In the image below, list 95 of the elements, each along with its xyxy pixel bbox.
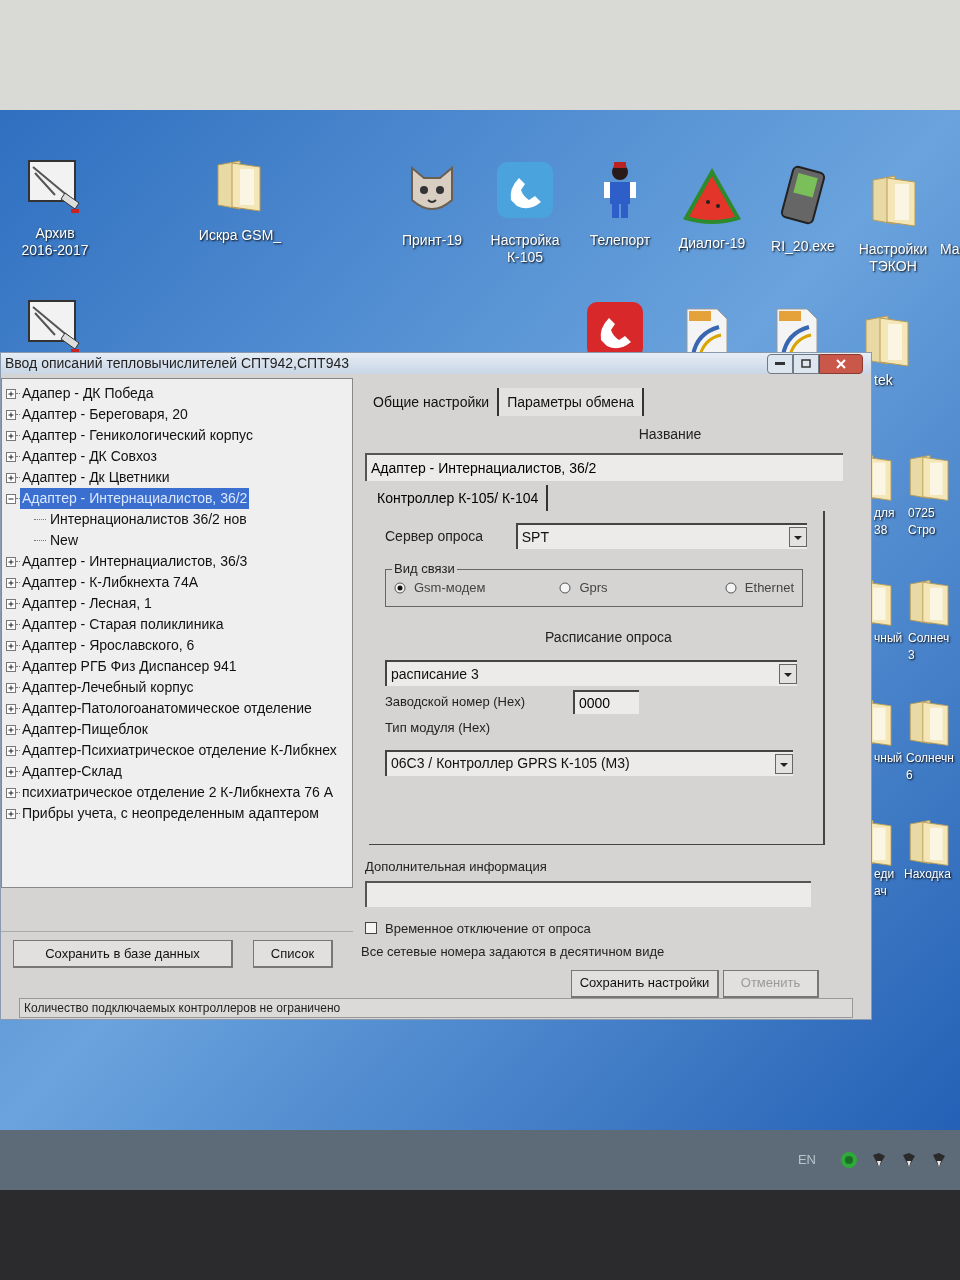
maximize-icon — [801, 359, 811, 368]
serial-number-field[interactable]: 0000 — [573, 690, 639, 714]
tree-item[interactable]: Адаптер-Пищеблок — [20, 719, 150, 740]
desktop-icon-label[interactable]: Солнечн — [906, 750, 954, 767]
dropdown[interactable]: SPT — [515, 523, 807, 549]
tree-item[interactable]: Прибры учета, с неопределенным адаптером — [20, 803, 321, 824]
desktop-icon-label[interactable]: 0725 — [908, 505, 935, 522]
tree-item[interactable]: Адаптер-Лечебный корпус — [20, 677, 196, 698]
tray-app-icon[interactable] — [870, 1151, 888, 1169]
tree-item[interactable]: New — [48, 530, 80, 551]
expand-icon[interactable] — [6, 640, 16, 651]
desktop-icon-label[interactable]: 3 — [908, 647, 915, 664]
expand-icon[interactable] — [6, 577, 16, 588]
tree-item[interactable]: Интернационалистов 36/2 нов — [48, 509, 249, 530]
button[interactable]: Сохранить настройки — [571, 969, 719, 998]
radio-label[interactable]: Ethernet — [744, 578, 794, 598]
desktop-icon-label[interactable]: Искра GSM_ — [198, 227, 282, 244]
tree-item[interactable]: Адаптер-Патологоанатомическое отделение — [20, 698, 314, 719]
tree-item[interactable]: Адаптер - Дк Цветники — [20, 467, 172, 488]
desktop-icon-label[interactable]: Архив — [35, 225, 75, 242]
dropdown[interactable]: 06С3 / Контроллер GPRS К-105 (М3) — [385, 749, 793, 776]
dropdown-value: SPT — [521, 527, 549, 547]
name-field[interactable]: Адаптер - Интернациалистов, 36/2 — [365, 453, 843, 481]
desktop-icon-label[interactable]: Стро — [908, 522, 936, 539]
expand-icon[interactable] — [6, 787, 16, 798]
window-title: Ввод описаний тепловычислителей СПТ942,СПТ943 — [5, 354, 351, 373]
tree-item[interactable]: психиатрическое отделение 2 К-Либкнехта 76 А — [20, 782, 336, 803]
tree-item[interactable]: Адаптер - Лесная, 1 — [20, 593, 154, 614]
expand-icon[interactable] — [6, 808, 16, 819]
tree-item[interactable]: Адаптер - К-Либкнехта 74А — [20, 572, 200, 593]
section-heading: Расписание опроса — [545, 628, 673, 647]
tree-item[interactable]: Адаптер - Интернациалистов, 36/3 — [20, 551, 250, 572]
tab[interactable]: Общие настройки — [365, 388, 498, 416]
collapse-icon[interactable] — [6, 493, 16, 504]
field-label: Дополнительная информация — [365, 858, 548, 876]
radio-button[interactable] — [394, 582, 406, 594]
field-label: Название — [637, 425, 703, 444]
expand-icon[interactable] — [6, 388, 16, 399]
expand-icon[interactable] — [6, 619, 16, 630]
expand-icon[interactable] — [6, 409, 16, 420]
tree-item[interactable]: Адаптер - ДК Совхоз — [20, 446, 159, 467]
status-bar: Количество подключаемых контроллеров не ограничено — [19, 997, 853, 1018]
note-text: Все сетевые номера задаются в десятичном виде — [361, 943, 666, 961]
desktop-icon-label[interactable]: Солнеч — [908, 630, 950, 647]
tree-item[interactable]: Адаптер РГБ Физ Диспансер 941 — [20, 656, 239, 677]
radio-label[interactable]: Gprs — [579, 578, 608, 598]
tree-item[interactable]: Адаптер - Старая поликлиника — [20, 614, 226, 635]
desktop-icon-label[interactable]: ач — [874, 883, 887, 900]
expand-icon[interactable] — [6, 724, 16, 735]
expand-icon[interactable] — [6, 451, 16, 462]
expand-icon[interactable] — [6, 556, 16, 567]
dropdown-value: расписание 3 — [391, 664, 479, 684]
expand-icon[interactable] — [6, 598, 16, 609]
expand-icon[interactable] — [6, 430, 16, 441]
field-label: Тип модуля (Hex) — [385, 719, 491, 737]
tree-item[interactable]: Адапер - ДК Победа — [20, 383, 156, 404]
radio-label[interactable]: Gsm-модем — [414, 578, 486, 598]
tree-item[interactable]: Адаптер - Ярославского, 6 — [20, 635, 197, 656]
tree-item[interactable]: Адаптер-Склад — [20, 761, 124, 782]
minimize-button[interactable] — [767, 353, 793, 374]
field-label: Сервер опроса — [385, 526, 485, 546]
expand-icon[interactable] — [6, 703, 16, 714]
tree-item[interactable]: Адаптер - Интернациалистов, 36/2 — [20, 488, 250, 509]
maximize-button[interactable] — [793, 353, 819, 374]
tray-app-icon[interactable] — [930, 1151, 948, 1169]
tree-item[interactable]: Адаптер - Береговаря, 20 — [20, 404, 190, 425]
dropdown-value: 06С3 / Контроллер GPRS К-105 (М3) — [391, 754, 630, 773]
desktop-icon-label[interactable]: чный — [874, 750, 903, 767]
expand-icon[interactable] — [6, 745, 16, 756]
additional-info-field[interactable] — [365, 880, 811, 907]
close-icon — [836, 358, 846, 369]
desktop-icon-label[interactable]: 6 — [906, 767, 913, 784]
close-button[interactable] — [819, 353, 863, 374]
tree-item[interactable]: Адаптер-Психиатрическое отделение К-Либкнех — [20, 740, 339, 761]
expand-icon[interactable] — [6, 661, 16, 672]
checkbox[interactable] — [365, 922, 377, 935]
desktop-icon-label[interactable]: Находка — [904, 866, 951, 883]
button[interactable]: Сохранить в базе данных — [13, 940, 233, 968]
tab[interactable]: Параметры обмена — [497, 388, 645, 416]
dropdown[interactable]: расписание 3 — [385, 660, 797, 686]
phone-icon[interactable] — [495, 160, 555, 220]
desktop-icon-label[interactable]: 2016-2017 — [21, 242, 89, 259]
desktop-icon-label[interactable]: чный — [874, 630, 903, 647]
minimize-icon — [775, 361, 785, 366]
field-label: Заводской номер (Hex) — [385, 693, 526, 712]
expand-icon[interactable] — [6, 472, 16, 483]
checkbox-label[interactable]: Временное отключение от опроса — [385, 918, 591, 938]
button[interactable]: Список — [253, 940, 333, 968]
radio-button[interactable] — [724, 582, 737, 594]
expand-icon[interactable] — [6, 682, 16, 693]
tree-item[interactable]: Адаптер - Геникологический корпус — [20, 425, 255, 446]
desktop-icon-label[interactable]: еди — [874, 866, 895, 883]
expand-icon[interactable] — [6, 766, 16, 777]
tray-app-icon[interactable] — [900, 1151, 918, 1169]
radio-button[interactable] — [559, 582, 572, 594]
